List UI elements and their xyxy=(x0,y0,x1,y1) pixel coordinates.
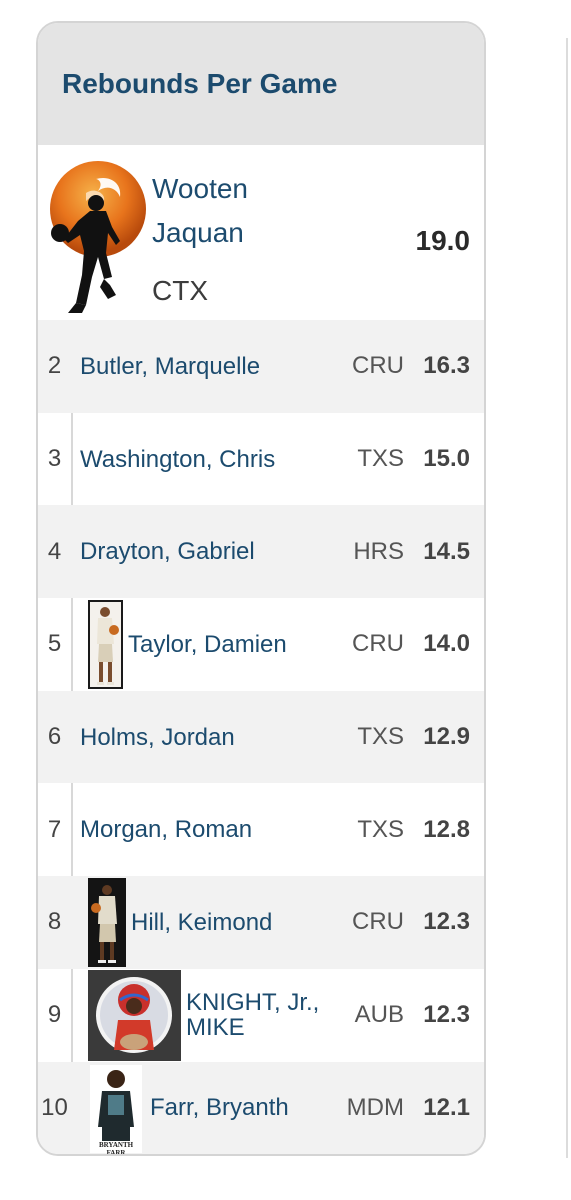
team-abbr: CRU xyxy=(352,352,404,380)
leaderboard-list: 2 Butler, Marquelle CRU 16.3 3 Washingto… xyxy=(38,320,484,1154)
rank-number: 9 xyxy=(47,1001,62,1029)
rank-number: 5 xyxy=(47,630,62,658)
team-abbr: TXS xyxy=(357,445,404,473)
list-item[interactable]: 3 Washington, Chris TXS 15.0 xyxy=(38,413,484,506)
list-item[interactable]: 4 Drayton, Gabriel HRS 14.5 xyxy=(38,505,484,599)
stat-value: 15.0 xyxy=(423,445,470,473)
player-photo[interactable] xyxy=(88,878,126,968)
card-header: Rebounds Per Game xyxy=(38,23,484,145)
player-name-line-1: KNIGHT, Jr., xyxy=(186,989,320,1017)
leader-team: CTX xyxy=(152,275,208,306)
rank-number: 3 xyxy=(47,445,62,473)
list-item[interactable]: 10 BRYANTH FARR Farr, Bryanth MDM 12.1 xyxy=(38,1061,484,1156)
adjacent-card-edge xyxy=(566,38,568,1158)
player-photo[interactable] xyxy=(88,969,181,1061)
card-title[interactable]: Rebounds Per Game xyxy=(62,68,337,100)
rank-number: 10 xyxy=(41,1093,68,1121)
leader-value: 19.0 xyxy=(415,225,471,256)
stat-value: 16.3 xyxy=(423,352,470,380)
player-name-link[interactable]: Washington, Chris xyxy=(80,413,275,506)
team-abbr: TXS xyxy=(357,815,404,843)
stat-value: 12.1 xyxy=(423,1093,470,1121)
rank-number: 6 xyxy=(47,723,62,751)
player-name-link[interactable]: KNIGHT, Jr., MIKE xyxy=(186,969,319,1062)
player-name-link[interactable]: Drayton, Gabriel xyxy=(80,505,255,598)
player-name-link[interactable]: Farr, Bryanth xyxy=(150,1062,289,1155)
team-abbr: HRS xyxy=(353,537,404,565)
player-photo[interactable] xyxy=(90,1064,142,1153)
team-abbr: MDM xyxy=(346,1093,404,1121)
team-abbr: CRU xyxy=(352,908,404,936)
stat-value: 14.5 xyxy=(423,537,470,565)
player-name-link[interactable]: Butler, Marquelle xyxy=(80,320,260,413)
stat-value: 12.3 xyxy=(423,1001,470,1029)
list-item[interactable]: 5 Taylor, Damien CRU 14.0 xyxy=(38,598,484,691)
list-item[interactable]: 9 KNIGHT, Jr., MIKE AUB 12.3 xyxy=(38,969,484,1062)
team-abbr: TXS xyxy=(357,723,404,751)
list-item[interactable]: 8 Hill, Keimond CRU 12.3 xyxy=(38,876,484,969)
stat-value: 12.9 xyxy=(423,723,470,751)
leader-name-first-line[interactable]: Wooten xyxy=(152,173,248,205)
rank-number: 4 xyxy=(47,537,62,565)
team-abbr: AUB xyxy=(354,1001,404,1029)
rank-number: 8 xyxy=(47,908,62,936)
player-name-link[interactable]: Holms, Jordan xyxy=(80,691,235,784)
leader-row[interactable]: Wooten Jaquan CTX 19.0 xyxy=(38,145,484,320)
rank-number: 7 xyxy=(47,815,62,843)
player-name-link[interactable]: Taylor, Damien xyxy=(128,598,287,691)
stat-value: 14.0 xyxy=(423,630,470,658)
list-item[interactable]: 6 Holms, Jordan TXS 12.9 xyxy=(38,690,484,784)
basketball-player-silhouette-icon xyxy=(50,161,146,313)
leader-name-second-line[interactable]: Jaquan xyxy=(152,217,244,249)
stat-value: 12.3 xyxy=(423,908,470,936)
player-name-link[interactable]: Hill, Keimond xyxy=(131,876,272,969)
rank-number: 2 xyxy=(47,352,62,380)
player-photo-caption: BRYANTH FARR xyxy=(98,1140,134,1156)
stat-value: 12.8 xyxy=(423,815,470,843)
list-item[interactable]: 7 Morgan, Roman TXS 12.8 xyxy=(38,783,484,876)
player-name-line-2: MIKE xyxy=(186,1014,245,1042)
player-name-link[interactable]: Morgan, Roman xyxy=(80,783,252,876)
player-photo[interactable] xyxy=(88,600,123,690)
list-item[interactable]: 2 Butler, Marquelle CRU 16.3 xyxy=(38,320,484,413)
team-abbr: CRU xyxy=(352,630,404,658)
rebounds-leaderboard-card: Rebounds Per Game Wooten Jaquan CTX 19.0… xyxy=(36,21,486,1156)
